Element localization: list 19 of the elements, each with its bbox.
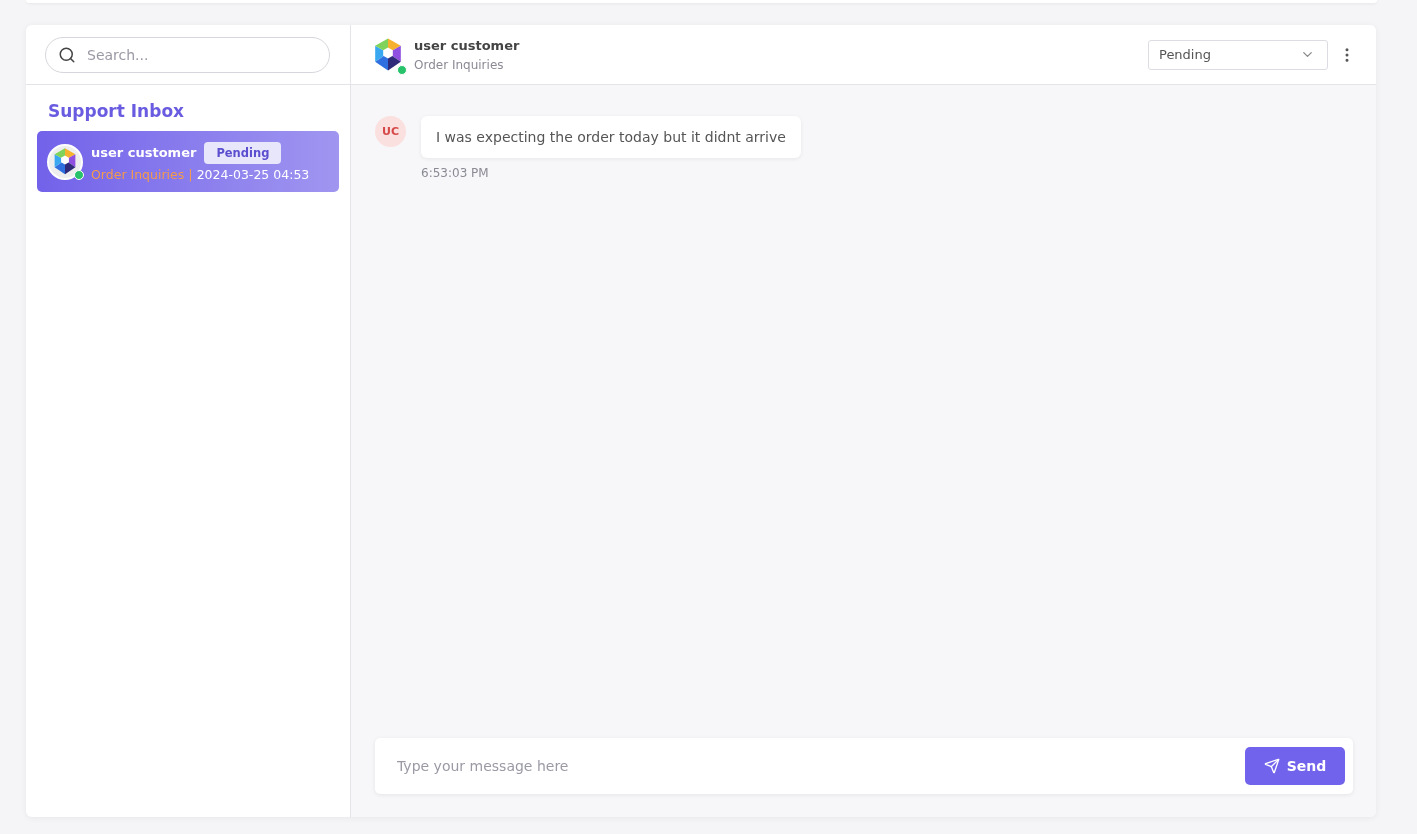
message-time: 6:53:03 PM <box>421 166 490 180</box>
send-button[interactable]: Send <box>1245 747 1345 785</box>
inbox-title: Support Inbox <box>47 100 186 123</box>
search-icon <box>58 45 76 64</box>
status-badge: Pending <box>204 141 282 164</box>
contact-name: user customer <box>414 37 521 53</box>
conversation-name: user customer <box>91 145 197 160</box>
message-bubble: I was expecting the order today but it didnt arrive <box>421 116 801 158</box>
send-icon <box>1263 758 1280 774</box>
hexagon-logo-icon <box>372 36 404 72</box>
sender-avatar: UC <box>375 116 406 147</box>
status-select[interactable]: Pending <box>1148 39 1328 70</box>
message-composer[interactable]: Type your message here Send <box>375 738 1353 794</box>
conversation-time: 2024-03-25 04:53 <box>196 166 310 182</box>
contact-category: Order Inquiries <box>414 57 505 72</box>
conversation-item[interactable]: user customer Pending Order Inquiries | 2024-03-25 04:53 <box>37 131 339 192</box>
conversation-category: Order Inquiries <box>91 166 185 182</box>
separator: | <box>188 166 193 182</box>
search-field[interactable]: Search... <box>45 36 330 73</box>
